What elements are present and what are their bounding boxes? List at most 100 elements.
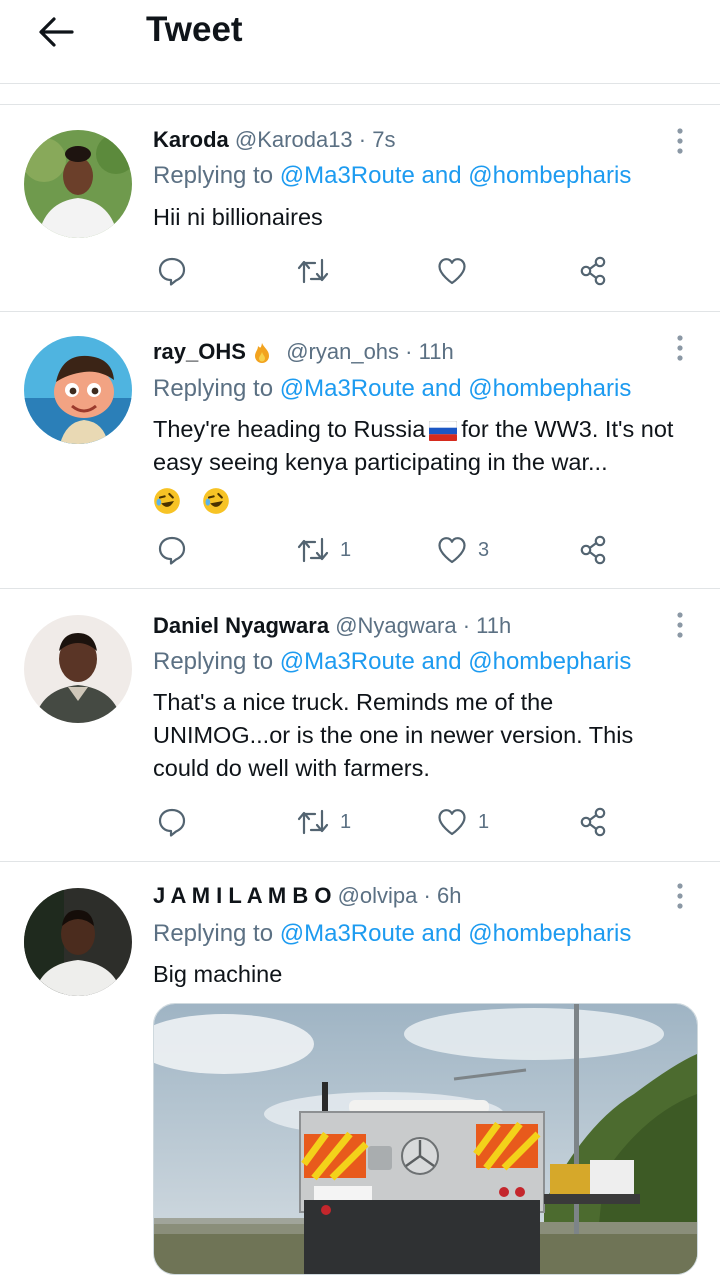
replying-label: Replying to bbox=[153, 375, 274, 402]
separator-dot: · bbox=[423, 883, 431, 908]
timestamp[interactable]: 11h bbox=[419, 339, 454, 364]
tweet-media-image[interactable] bbox=[153, 1003, 698, 1275]
reply-button[interactable] bbox=[156, 251, 188, 291]
reply-tweet[interactable]: ray_OHS @ryan_ohs · 11h Replying to @Ma3… bbox=[0, 312, 720, 589]
tweet-actions: 1 1 bbox=[150, 802, 630, 842]
separator-dot: · bbox=[405, 339, 413, 364]
heart-icon bbox=[438, 809, 466, 836]
timestamp[interactable]: 11h bbox=[476, 613, 511, 638]
mention-link[interactable]: @Ma3Route bbox=[280, 375, 415, 402]
share-icon bbox=[580, 256, 606, 286]
reply-icon bbox=[158, 808, 186, 837]
separator-dot: · bbox=[358, 127, 367, 152]
rofl-emoji-icon bbox=[154, 487, 180, 514]
more-options-button[interactable] bbox=[664, 121, 696, 161]
reply-tweet[interactable]: Daniel Nyagwara @Nyagwara · 11h Replying… bbox=[0, 589, 720, 862]
more-vertical-icon bbox=[677, 612, 683, 638]
mention-link[interactable]: @hombepharis bbox=[468, 648, 631, 675]
mention-link[interactable]: @Ma3Route bbox=[280, 920, 415, 947]
arrow-left-icon bbox=[39, 17, 74, 47]
emoji-row bbox=[153, 483, 693, 516]
avatar[interactable] bbox=[24, 336, 132, 444]
tweet-meta: J A M I L A M B O @olvipa · 6h bbox=[153, 881, 461, 911]
like-button[interactable] bbox=[436, 251, 478, 291]
reply-button[interactable] bbox=[156, 530, 188, 570]
author-handle[interactable]: @olvipa bbox=[338, 883, 418, 908]
top-bar: Tweet bbox=[0, 0, 720, 84]
tweet-actions: 1 3 bbox=[150, 530, 630, 570]
replying-to: Replying to @Ma3Route and @hombepharis bbox=[153, 918, 631, 950]
reply-tweet[interactable]: Karoda @Karoda13 · 7s Replying to @Ma3Ro… bbox=[0, 105, 720, 312]
heart-icon bbox=[438, 537, 466, 564]
mention-and: and bbox=[421, 920, 462, 947]
share-button[interactable] bbox=[578, 530, 610, 570]
rofl-emoji-icon bbox=[202, 487, 229, 514]
mention-link[interactable]: @Ma3Route bbox=[280, 648, 415, 675]
more-vertical-icon bbox=[677, 128, 683, 154]
retweet-icon bbox=[297, 537, 329, 563]
mention-link[interactable]: @Ma3Route bbox=[280, 162, 415, 189]
reply-icon bbox=[158, 536, 186, 565]
retweet-button[interactable]: 1 bbox=[296, 802, 351, 842]
like-count: 1 bbox=[478, 810, 490, 833]
tweet-meta: Karoda @Karoda13 · 7s bbox=[153, 125, 396, 155]
like-count: 3 bbox=[478, 538, 490, 561]
retweet-button[interactable]: 1 bbox=[296, 530, 351, 570]
more-options-button[interactable] bbox=[664, 605, 696, 645]
tweet-meta: ray_OHS @ryan_ohs · 11h bbox=[153, 337, 454, 367]
replying-to: Replying to @Ma3Route and @hombepharis bbox=[153, 373, 631, 405]
page-title: Tweet bbox=[146, 10, 243, 49]
replying-label: Replying to bbox=[153, 648, 274, 675]
like-button[interactable]: 1 bbox=[436, 802, 489, 842]
reply-button[interactable] bbox=[156, 802, 188, 842]
separator-dot: · bbox=[462, 613, 471, 638]
russia-flag-icon bbox=[429, 420, 458, 441]
retweet-count: 1 bbox=[340, 810, 352, 833]
retweet-icon bbox=[297, 809, 329, 835]
tweet-meta: Daniel Nyagwara @Nyagwara · 11h bbox=[153, 611, 511, 641]
tweet-text-part: They're heading to Russia bbox=[153, 416, 426, 442]
mention-and: and bbox=[421, 375, 462, 402]
reply-icon bbox=[158, 257, 186, 286]
replying-label: Replying to bbox=[153, 920, 274, 947]
mention-link[interactable]: @hombepharis bbox=[468, 920, 631, 947]
more-options-button[interactable] bbox=[664, 328, 696, 368]
avatar[interactable] bbox=[24, 615, 132, 723]
flame-emoji-icon bbox=[255, 343, 270, 364]
heart-icon bbox=[438, 258, 466, 285]
mention-link[interactable]: @hombepharis bbox=[468, 375, 631, 402]
author-handle[interactable]: @Nyagwara bbox=[335, 613, 456, 638]
replying-label: Replying to bbox=[153, 162, 274, 189]
timestamp[interactable]: 7s bbox=[372, 127, 395, 152]
mention-and: and bbox=[421, 648, 462, 675]
more-vertical-icon bbox=[677, 883, 683, 909]
author-name[interactable]: Karoda bbox=[153, 127, 229, 152]
timestamp[interactable]: 6h bbox=[437, 883, 461, 908]
back-button[interactable] bbox=[34, 10, 78, 54]
replying-to: Replying to @Ma3Route and @hombepharis bbox=[153, 160, 631, 192]
retweet-button[interactable] bbox=[296, 251, 340, 291]
author-handle[interactable]: @ryan_ohs bbox=[286, 339, 399, 364]
replying-to: Replying to @Ma3Route and @hombepharis bbox=[153, 646, 631, 678]
retweet-icon bbox=[297, 258, 329, 284]
share-button[interactable] bbox=[578, 251, 610, 291]
author-name[interactable]: Daniel Nyagwara bbox=[153, 613, 329, 638]
share-button[interactable] bbox=[578, 802, 610, 842]
share-icon bbox=[580, 535, 606, 565]
avatar[interactable] bbox=[24, 888, 132, 996]
more-options-button[interactable] bbox=[664, 876, 696, 916]
author-name[interactable]: J A M I L A M B O bbox=[153, 883, 331, 908]
mention-link[interactable]: @hombepharis bbox=[468, 162, 631, 189]
author-name[interactable]: ray_OHS bbox=[153, 339, 246, 364]
tweet-actions bbox=[150, 251, 630, 291]
mention-and: and bbox=[421, 162, 462, 189]
tweet-text: Big machine bbox=[153, 961, 283, 987]
like-button[interactable]: 3 bbox=[436, 530, 489, 570]
retweet-count: 1 bbox=[340, 538, 352, 561]
tweet-text: They're heading to Russia for the WW3. It… bbox=[153, 413, 693, 516]
author-handle[interactable]: @Karoda13 bbox=[235, 127, 353, 152]
tweet-text: Hii ni billionaires bbox=[153, 204, 323, 230]
share-icon bbox=[580, 807, 606, 837]
avatar[interactable] bbox=[24, 130, 132, 238]
more-vertical-icon bbox=[677, 335, 683, 361]
